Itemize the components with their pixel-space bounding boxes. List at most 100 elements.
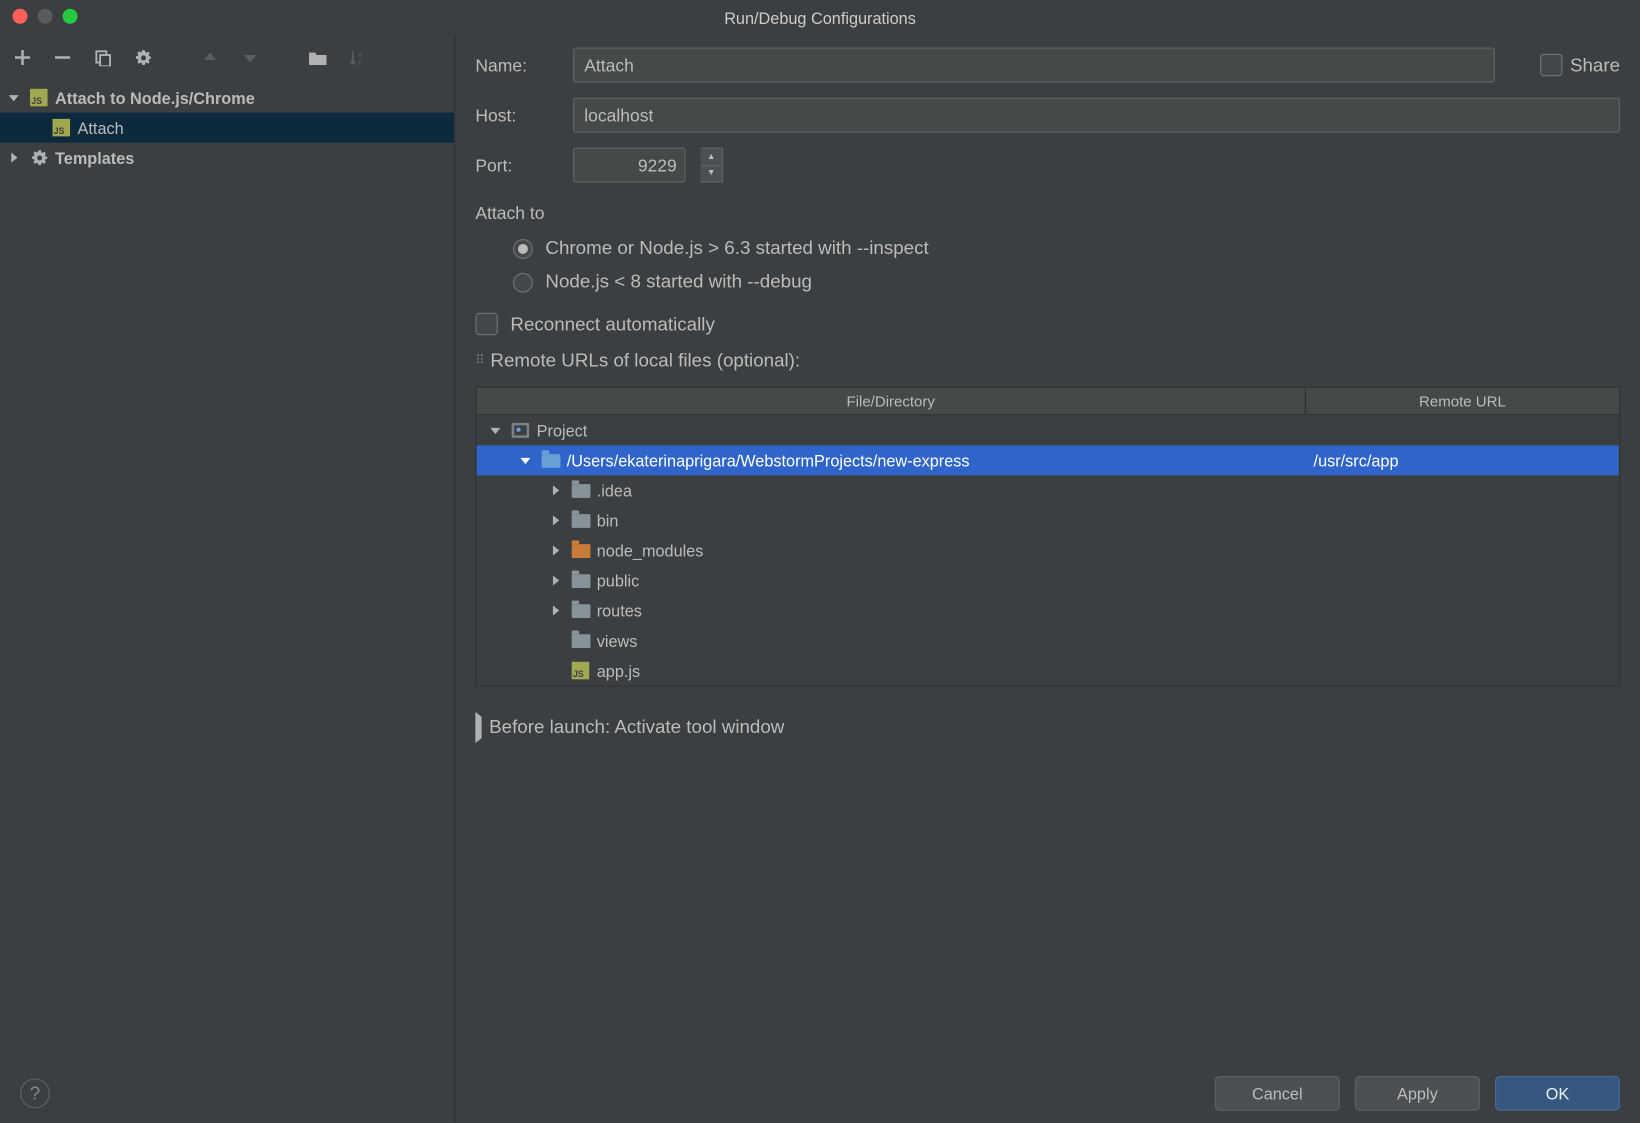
remote-urls-label: Remote URLs of local files (optional): xyxy=(490,350,800,371)
folder-icon xyxy=(539,453,562,467)
name-label: Name: xyxy=(475,55,558,75)
add-config-button[interactable] xyxy=(10,45,35,70)
folder-icon xyxy=(569,574,592,588)
js-debug-icon xyxy=(50,119,73,137)
radio-debug[interactable]: Node.js < 8 started with --debug xyxy=(513,271,1620,292)
chevron-right-icon xyxy=(547,545,565,555)
attach-to-label: Attach to xyxy=(475,203,1620,223)
project-icon xyxy=(509,423,532,438)
config-attach[interactable]: Attach xyxy=(0,113,454,143)
table-row[interactable]: routes xyxy=(477,595,1619,625)
folder-button[interactable] xyxy=(305,45,330,70)
chevron-down-icon xyxy=(487,427,505,433)
remote-urls-table: File/Directory Remote URL Project/Users/… xyxy=(475,387,1620,687)
config-toolbar: az xyxy=(0,35,454,80)
config-tree: Attach to Node.js/Chrome Attach Template… xyxy=(0,80,454,1123)
wrench-icon xyxy=(28,148,51,168)
js-debug-icon xyxy=(28,89,51,107)
sidebar: az Attach to Node.js/Chrome Attach xyxy=(0,35,455,1123)
config-templates[interactable]: Templates xyxy=(0,143,454,173)
row-label: .idea xyxy=(597,481,632,500)
cancel-button[interactable]: Cancel xyxy=(1215,1076,1340,1111)
titlebar: Run/Debug Configurations xyxy=(0,0,1640,35)
reconnect-row[interactable]: Reconnect automatically xyxy=(475,313,1620,336)
dialog-footer: ? Cancel Apply OK xyxy=(0,1063,1640,1123)
reconnect-label: Reconnect automatically xyxy=(510,313,714,334)
copy-config-button[interactable] xyxy=(90,45,115,70)
chevron-right-icon xyxy=(547,575,565,585)
remote-urls-label-row: ⠿ Remote URLs of local files (optional): xyxy=(475,350,1620,371)
table-row[interactable]: .idea xyxy=(477,475,1619,505)
table-row[interactable]: views xyxy=(477,626,1619,656)
window-title: Run/Debug Configurations xyxy=(724,8,916,27)
chevron-right-icon xyxy=(5,153,23,163)
share-row: Share xyxy=(1540,54,1620,77)
port-input[interactable] xyxy=(573,148,686,183)
name-input[interactable] xyxy=(573,48,1495,83)
name-row: Name: Share xyxy=(475,48,1620,83)
host-input[interactable] xyxy=(573,98,1620,133)
row-label: views xyxy=(597,631,638,650)
dialog-body: az Attach to Node.js/Chrome Attach xyxy=(0,35,1640,1123)
chevron-right-icon xyxy=(475,717,481,738)
radio-inspect-input[interactable] xyxy=(513,238,533,258)
remote-url-cell[interactable]: /usr/src/app xyxy=(1306,451,1619,470)
folder-icon xyxy=(569,604,592,618)
row-label: bin xyxy=(597,511,619,530)
help-button[interactable]: ? xyxy=(20,1078,50,1108)
table-header: File/Directory Remote URL xyxy=(477,388,1619,416)
remove-config-button[interactable] xyxy=(50,45,75,70)
port-stepper: ▲ ▼ xyxy=(701,148,724,183)
move-down-button[interactable] xyxy=(238,45,263,70)
edit-defaults-button[interactable] xyxy=(130,45,155,70)
row-label: Project xyxy=(537,421,588,440)
js-file-icon xyxy=(569,662,592,680)
host-label: Host: xyxy=(475,105,558,125)
row-label: /Users/ekaterinaprigara/WebstormProjects… xyxy=(567,451,970,470)
attach-to-radio-group: Chrome or Node.js > 6.3 started with --i… xyxy=(475,238,1620,293)
port-step-up[interactable]: ▲ xyxy=(701,149,722,166)
row-label: public xyxy=(597,571,639,590)
before-launch-label: Before launch: Activate tool window xyxy=(489,717,784,738)
zoom-window-button[interactable] xyxy=(63,9,78,24)
folder-icon xyxy=(569,544,592,558)
sort-button[interactable]: az xyxy=(345,45,370,70)
config-type-attach-node-chrome[interactable]: Attach to Node.js/Chrome xyxy=(0,83,454,113)
row-label: routes xyxy=(597,601,642,620)
reconnect-checkbox[interactable] xyxy=(475,313,498,336)
header-file-directory: File/Directory xyxy=(477,388,1306,414)
share-checkbox[interactable] xyxy=(1540,54,1563,77)
table-row[interactable]: bin xyxy=(477,505,1619,535)
dialog-window: Run/Debug Configurations xyxy=(0,0,1640,1123)
chevron-right-icon xyxy=(547,605,565,615)
chevron-down-icon xyxy=(517,457,535,463)
radio-inspect[interactable]: Chrome or Node.js > 6.3 started with --i… xyxy=(513,238,1620,259)
close-window-button[interactable] xyxy=(13,9,28,24)
port-step-down[interactable]: ▼ xyxy=(701,166,722,182)
radio-inspect-label: Chrome or Node.js > 6.3 started with --i… xyxy=(545,238,928,259)
chevron-right-icon xyxy=(547,485,565,495)
table-body: Project/Users/ekaterinaprigara/WebstormP… xyxy=(477,415,1619,685)
move-up-button[interactable] xyxy=(198,45,223,70)
grip-icon[interactable]: ⠿ xyxy=(475,354,485,368)
table-row[interactable]: /Users/ekaterinaprigara/WebstormProjects… xyxy=(477,445,1619,475)
traffic-lights xyxy=(13,9,78,24)
header-remote-url: Remote URL xyxy=(1306,388,1619,414)
minimize-window-button[interactable] xyxy=(38,9,53,24)
table-row[interactable]: Project xyxy=(477,415,1619,445)
config-form: Name: Share Host: Port: ▲ ▼ Attach t xyxy=(455,35,1640,1123)
row-label: node_modules xyxy=(597,541,704,560)
folder-icon xyxy=(569,514,592,528)
folder-icon xyxy=(569,634,592,648)
folder-icon xyxy=(569,484,592,498)
apply-button[interactable]: Apply xyxy=(1355,1076,1480,1111)
row-label: app.js xyxy=(597,661,640,680)
svg-text:a: a xyxy=(358,49,363,58)
before-launch-section[interactable]: Before launch: Activate tool window xyxy=(475,717,1620,738)
radio-debug-input[interactable] xyxy=(513,272,533,292)
table-row[interactable]: node_modules xyxy=(477,535,1619,565)
table-row[interactable]: public xyxy=(477,565,1619,595)
ok-button[interactable]: OK xyxy=(1495,1076,1620,1111)
table-row[interactable]: app.js xyxy=(477,656,1619,686)
chevron-right-icon xyxy=(547,515,565,525)
